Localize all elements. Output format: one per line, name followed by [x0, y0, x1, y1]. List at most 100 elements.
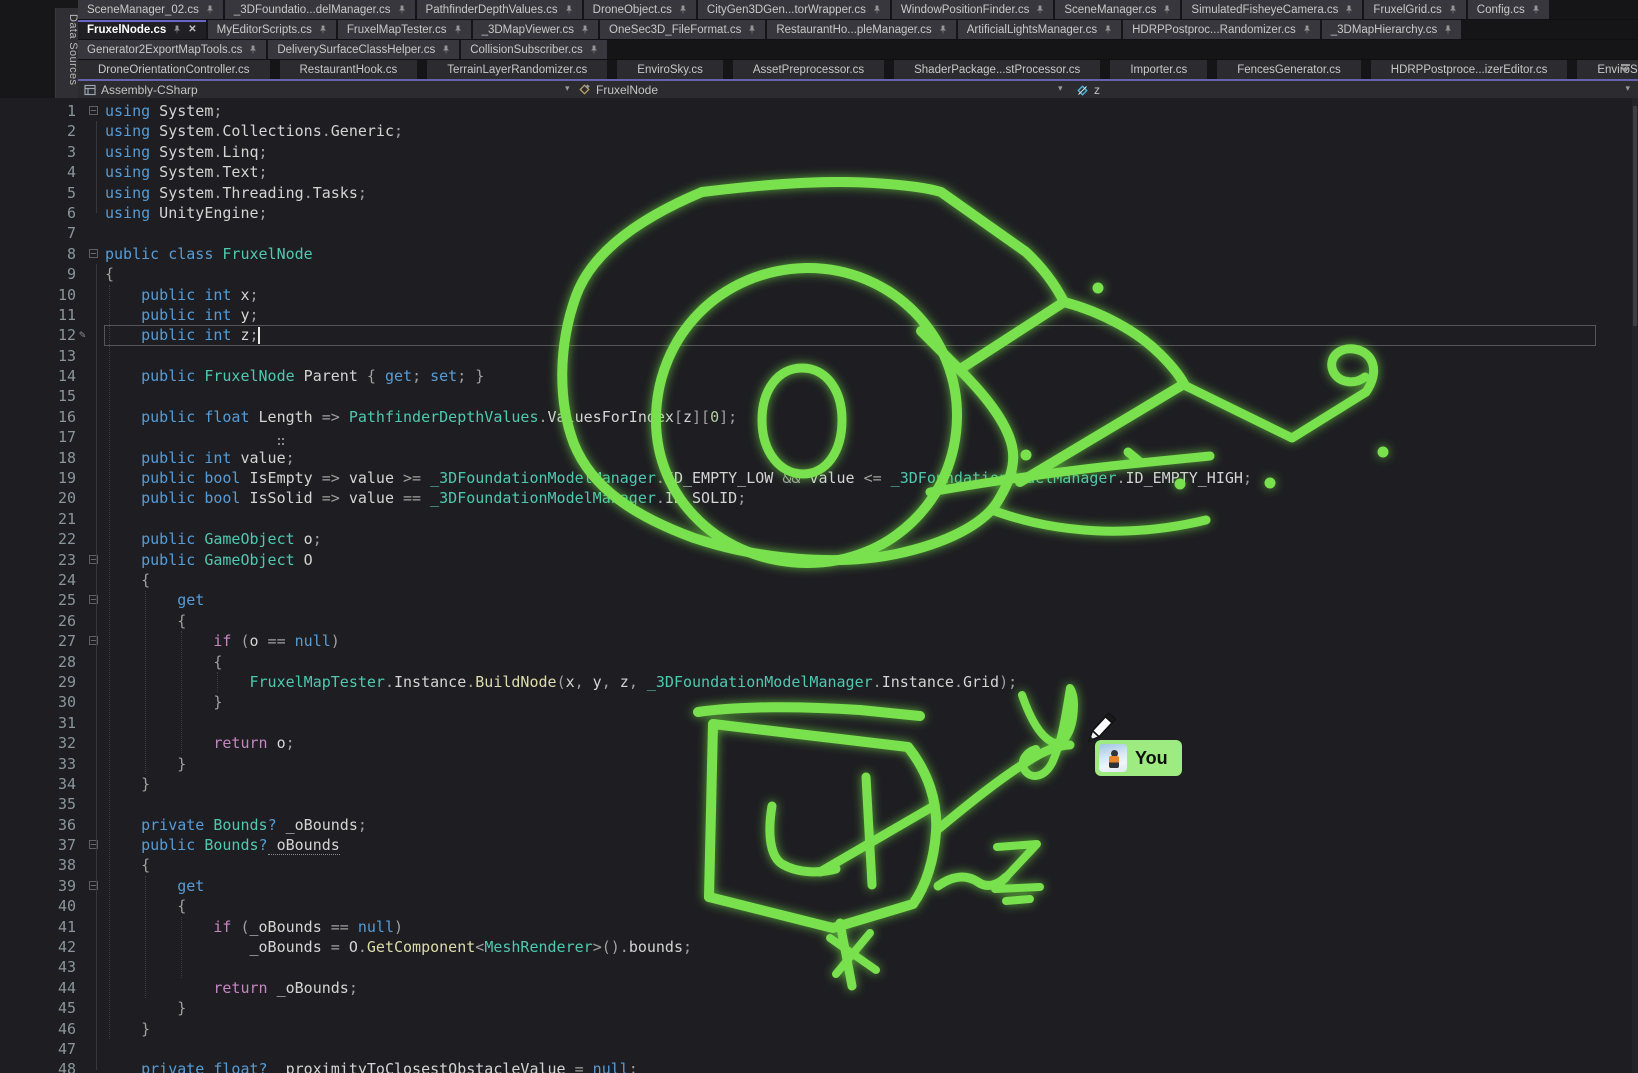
code-line[interactable]: 29 FruxelMapTester.Instance.BuildNode(x,…	[0, 672, 1632, 692]
code-line[interactable]: 6using UnityEngine;	[0, 203, 1632, 223]
code-line[interactable]: 40 {	[0, 896, 1632, 916]
pin-icon[interactable]	[1036, 5, 1044, 15]
code-line[interactable]: 32 return o;	[0, 733, 1632, 753]
code-line[interactable]: 2using System.Collections.Generic;	[0, 121, 1632, 141]
code-line[interactable]: 45 }	[0, 998, 1632, 1018]
vertical-scrollbar[interactable]	[1632, 98, 1638, 1073]
code-line[interactable]: 4using System.Text;	[0, 162, 1632, 182]
code-line[interactable]: 31	[0, 713, 1632, 733]
pin-icon[interactable]	[1163, 5, 1171, 15]
code-line[interactable]: 28 {	[0, 652, 1632, 672]
code-line[interactable]: 41 if (_oBounds == null)	[0, 917, 1632, 937]
code-line[interactable]: 25– get	[0, 590, 1632, 610]
code-line[interactable]: 14 public FruxelNode Parent { get; set; …	[0, 366, 1632, 386]
tab-citygen3dgen-torwrapper-cs[interactable]: CityGen3DGen...torWrapper.cs	[698, 0, 890, 19]
tab-onesec3d-fileformat-cs[interactable]: OneSec3D_FileFormat.cs	[600, 20, 765, 39]
tab--3dmapviewer-cs[interactable]: _3DMapViewer.cs	[473, 20, 598, 39]
pin-icon[interactable]	[1303, 25, 1311, 35]
code-line[interactable]: 23– public GameObject O	[0, 550, 1632, 570]
code-line[interactable]: 20 public bool IsSolid => value == _3DFo…	[0, 488, 1632, 508]
pin-icon[interactable]	[1104, 25, 1112, 35]
tab-fruxelgrid-cs[interactable]: FruxelGrid.cs	[1364, 0, 1465, 19]
code-line[interactable]: 36 private Bounds? _oBounds;	[0, 815, 1632, 835]
code-line[interactable]: 12✎ public int z;	[0, 325, 1632, 345]
code-line[interactable]: 26 {	[0, 611, 1632, 631]
code-line[interactable]: 48 private float? _proximityToClosestObs…	[0, 1059, 1632, 1073]
pin-icon[interactable]	[1345, 5, 1353, 15]
pin-icon[interactable]	[1444, 25, 1452, 35]
pin-icon[interactable]	[173, 25, 181, 35]
pin-icon[interactable]	[454, 25, 462, 35]
code-line[interactable]: 38 {	[0, 855, 1632, 875]
pin-icon[interactable]	[249, 45, 257, 55]
code-line[interactable]: 3using System.Linq;	[0, 142, 1632, 162]
code-line[interactable]: 47	[0, 1039, 1632, 1059]
tab-envirosky-cs[interactable]: EnviroSky.cs	[617, 60, 723, 79]
pin-icon[interactable]	[590, 45, 598, 55]
tab-generator2exportmaptools-cs[interactable]: Generator2ExportMapTools.cs	[78, 40, 266, 59]
tab-shaderpackage-stprocessor-cs[interactable]: ShaderPackage...stProcessor.cs	[894, 60, 1100, 79]
pin-icon[interactable]	[939, 25, 947, 35]
tab-config-cs[interactable]: Config.cs	[1468, 0, 1549, 19]
code-line[interactable]: 39– get	[0, 876, 1632, 896]
code-line[interactable]: 27– if (o == null)	[0, 631, 1632, 651]
tab-overflow-button[interactable]	[1620, 64, 1632, 74]
pin-icon[interactable]	[1449, 5, 1457, 15]
code-line[interactable]: 24 {	[0, 570, 1632, 590]
close-tab-button[interactable]: ✕	[188, 24, 196, 35]
fold-marker[interactable]: –	[89, 249, 98, 258]
code-line[interactable]: 15	[0, 386, 1632, 406]
code-line[interactable]: 9{	[0, 264, 1632, 284]
pin-icon[interactable]	[581, 25, 589, 35]
code-line[interactable]: 21	[0, 509, 1632, 529]
pin-icon[interactable]	[679, 5, 687, 15]
tab-deliverysurfaceclasshelper-cs[interactable]: DeliverySurfaceClassHelper.cs	[268, 40, 459, 59]
code-line[interactable]: 33 }	[0, 754, 1632, 774]
pin-icon[interactable]	[1532, 5, 1540, 15]
code-line[interactable]: 13	[0, 346, 1632, 366]
tab-scenemanager-cs[interactable]: SceneManager.cs	[1055, 0, 1180, 19]
chevron-down-icon[interactable]: ▾	[565, 83, 570, 94]
code-line[interactable]: 30 }	[0, 692, 1632, 712]
pin-icon[interactable]	[873, 5, 881, 15]
code-line[interactable]: 42 _oBounds = O.GetComponent<MeshRendere…	[0, 937, 1632, 957]
tab-droneobject-cs[interactable]: DroneObject.cs	[584, 0, 696, 19]
pin-icon[interactable]	[748, 25, 756, 35]
tab-droneorientationcontroller-cs[interactable]: DroneOrientationController.cs	[78, 60, 270, 79]
pin-icon[interactable]	[319, 25, 327, 35]
tab-pathfinderdepthvalues-cs[interactable]: PathfinderDepthValues.cs	[417, 0, 582, 19]
code-line[interactable]: 11 public int y;	[0, 305, 1632, 325]
code-line[interactable]: 43	[0, 957, 1632, 977]
code-line[interactable]: 19 public bool IsEmpty => value >= _3DFo…	[0, 468, 1632, 488]
tab-terrainlayerrandomizer-cs[interactable]: TerrainLayerRandomizer.cs	[427, 60, 607, 79]
chevron-down-icon[interactable]: ▾	[1625, 83, 1630, 94]
code-line[interactable]: 5using System.Threading.Tasks;	[0, 183, 1632, 203]
scrollbar-thumb[interactable]	[1633, 106, 1637, 326]
tab-windowpositionfinder-cs[interactable]: WindowPositionFinder.cs	[892, 0, 1053, 19]
tab--3dfoundatio-delmanager-cs[interactable]: _3DFoundatio...delManager.cs	[225, 0, 415, 19]
code-line[interactable]: 35	[0, 794, 1632, 814]
code-line[interactable]: 1–using System;	[0, 101, 1632, 121]
tab-scenemanager-02-cs[interactable]: SceneManager_02.cs	[78, 0, 223, 19]
tab-artificiallightsmanager-cs[interactable]: ArtificialLightsManager.cs	[958, 20, 1121, 39]
breadcrumb-member-dropdown[interactable]: z	[1076, 81, 1100, 99]
fold-marker[interactable]: –	[89, 106, 98, 115]
tab-fruxelnode-cs[interactable]: FruxelNode.cs✕	[78, 20, 206, 39]
breadcrumb-type-dropdown[interactable]: FruxelNode	[578, 81, 658, 99]
code-line[interactable]: 10 public int x;	[0, 285, 1632, 305]
code-line[interactable]: 8–public class FruxelNode	[0, 244, 1632, 264]
breadcrumb-project-dropdown[interactable]: Assembly-CSharp	[84, 81, 198, 99]
tab-collisionsubscriber-cs[interactable]: CollisionSubscriber.cs	[461, 40, 607, 59]
tab-restaurantho-plemanager-cs[interactable]: RestaurantHo...pleManager.cs	[767, 20, 955, 39]
tab-fruxelmaptester-cs[interactable]: FruxelMapTester.cs	[338, 20, 471, 39]
code-editor[interactable]: 1–using System;2using System.Collections…	[0, 98, 1638, 1073]
tab-fencesgenerator-cs[interactable]: FencesGenerator.cs	[1217, 60, 1361, 79]
code-line[interactable]: 7	[0, 223, 1632, 243]
code-line[interactable]: 22 public GameObject o;	[0, 529, 1632, 549]
tab-myeditorscripts-cs[interactable]: MyEditorScripts.cs	[208, 20, 336, 39]
tab-hdrppostproce-izereditor-cs[interactable]: HDRPPostproce...izerEditor.cs	[1371, 60, 1568, 79]
code-line[interactable]: 18 public int value;	[0, 448, 1632, 468]
code-line[interactable]: 37– public Bounds? oBounds	[0, 835, 1632, 855]
tab-restauranthook-cs[interactable]: RestaurantHook.cs	[280, 60, 418, 79]
code-line[interactable]: 46 }	[0, 1019, 1632, 1039]
